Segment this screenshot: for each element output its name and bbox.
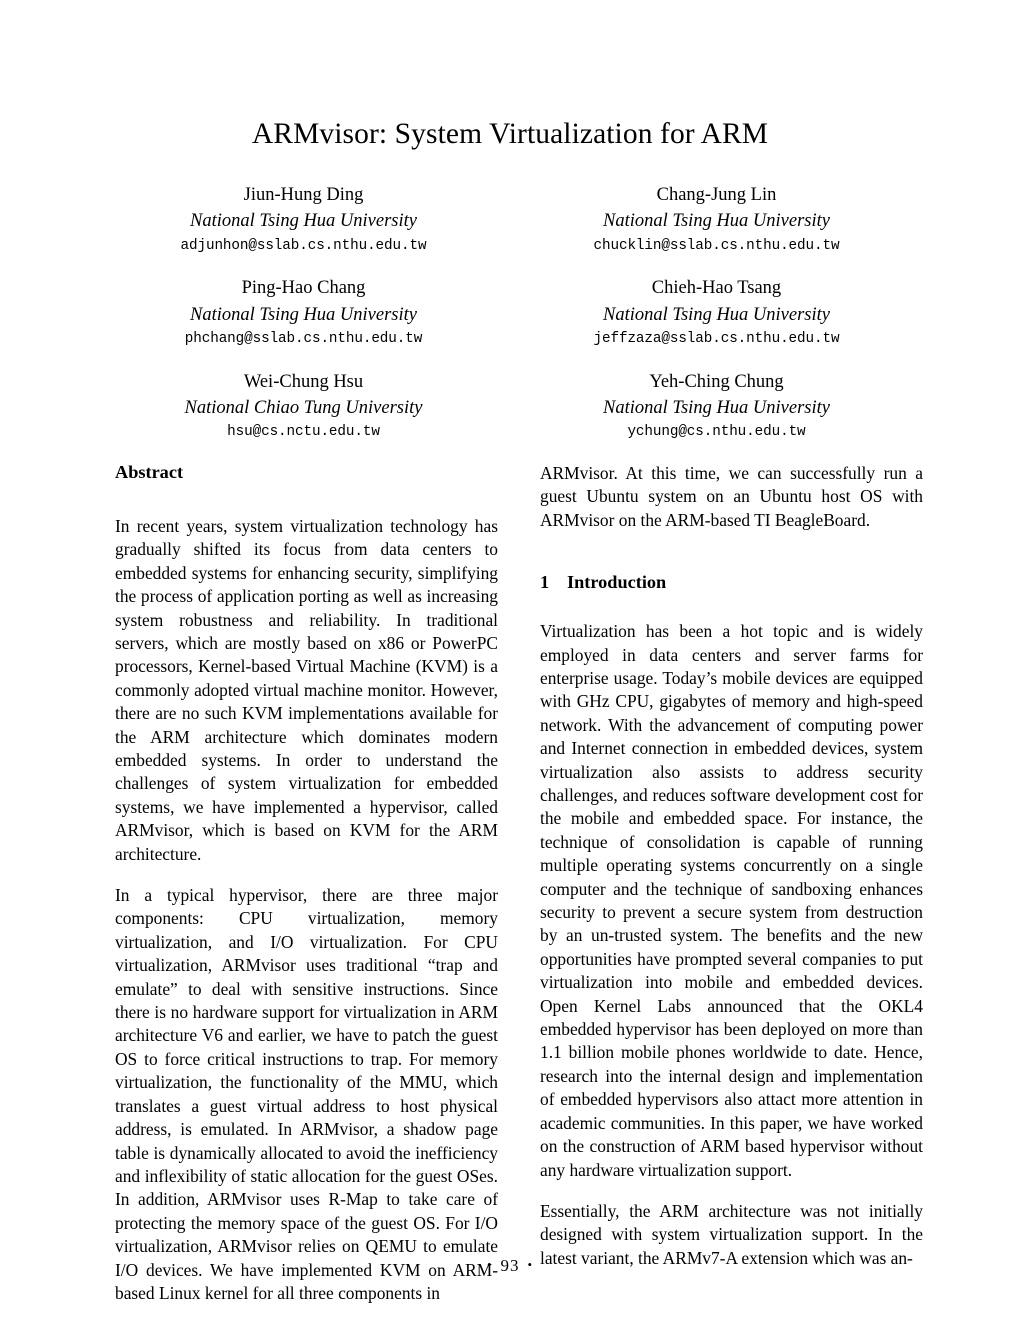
author-email: ychung@cs.nthu.edu.tw — [627, 424, 806, 441]
section-title: Introduction — [567, 572, 667, 593]
footer-dot-right: • — [527, 1257, 534, 1272]
author-email: phchang@sslab.cs.nthu.edu.tw — [184, 330, 423, 347]
body-columns: Abstract In recent years, system virtual… — [115, 462, 955, 1303]
author-name: Jiun-Hung Ding — [243, 185, 364, 205]
author-email: hsu@cs.nctu.edu.tw — [227, 424, 380, 441]
author-affiliation: National Tsing Hua University — [603, 211, 830, 232]
abstract-paragraph-2-continuation: ARMvisor. At this time, we can successfu… — [540, 463, 923, 530]
author-block: Jiun-Hung Ding National Tsing Hua Univer… — [115, 182, 905, 462]
author-affiliation: National Tsing Hua University — [190, 211, 417, 232]
author-name: Yeh-Ching Chung — [649, 371, 784, 392]
section-number: 1 — [540, 572, 550, 593]
section-heading-introduction: 1 Introduction — [540, 572, 923, 594]
author-row: Ping-Hao Chang National Tsing Hua Univer… — [115, 275, 905, 350]
abstract-heading: Abstract — [115, 462, 184, 482]
footer-dot-left: • — [486, 1257, 493, 1272]
introduction-paragraph-1: Virtualization has been a hot topic and … — [540, 621, 923, 1180]
page-footer: • 93 • — [0, 1256, 1020, 1276]
author-row: Jiun-Hung Ding National Tsing Hua Univer… — [115, 182, 905, 257]
abstract-paragraph-1: In recent years, system virtualization t… — [115, 515, 498, 864]
abstract-paragraph-2-part: In a typical hypervisor, there are three… — [115, 885, 498, 1303]
right-column: ARMvisor. At this time, we can successfu… — [540, 462, 923, 1268]
author-email: chucklin@sslab.cs.nthu.edu.tw — [593, 237, 840, 254]
paper-page: ARMvisor: System Virtualization for ARM … — [0, 0, 1020, 1320]
author-name: Ping-Hao Chang — [241, 278, 366, 299]
author-name: Chang-Jung Lin — [656, 185, 777, 205]
author-email: adjunhon@sslab.cs.nthu.edu.tw — [180, 237, 427, 254]
author-affiliation: National Tsing Hua University — [603, 398, 830, 419]
author-entry: Wei-Chung Hsu National Chiao Tung Univer… — [115, 369, 510, 444]
author-name: Chieh-Hao Tsang — [651, 278, 782, 299]
author-entry: Jiun-Hung Ding National Tsing Hua Univer… — [115, 182, 510, 257]
page-number: 93 — [500, 1256, 520, 1275]
left-column: Abstract In recent years, system virtual… — [115, 462, 498, 1303]
author-entry: Yeh-Ching Chung National Tsing Hua Unive… — [510, 369, 905, 444]
author-name: Wei-Chung Hsu — [243, 371, 364, 392]
page-title: ARMvisor: System Virtualization for ARM — [251, 118, 769, 150]
author-entry: Chieh-Hao Tsang National Tsing Hua Unive… — [510, 275, 905, 350]
author-entry: Chang-Jung Lin National Tsing Hua Univer… — [510, 182, 905, 257]
author-affiliation: National Chiao Tung University — [184, 398, 423, 419]
author-affiliation: National Tsing Hua University — [190, 304, 417, 325]
author-affiliation: National Tsing Hua University — [603, 304, 830, 325]
author-row: Wei-Chung Hsu National Chiao Tung Univer… — [115, 369, 905, 444]
author-entry: Ping-Hao Chang National Tsing Hua Univer… — [115, 275, 510, 350]
author-email: jeffzaza@sslab.cs.nthu.edu.tw — [593, 330, 840, 347]
